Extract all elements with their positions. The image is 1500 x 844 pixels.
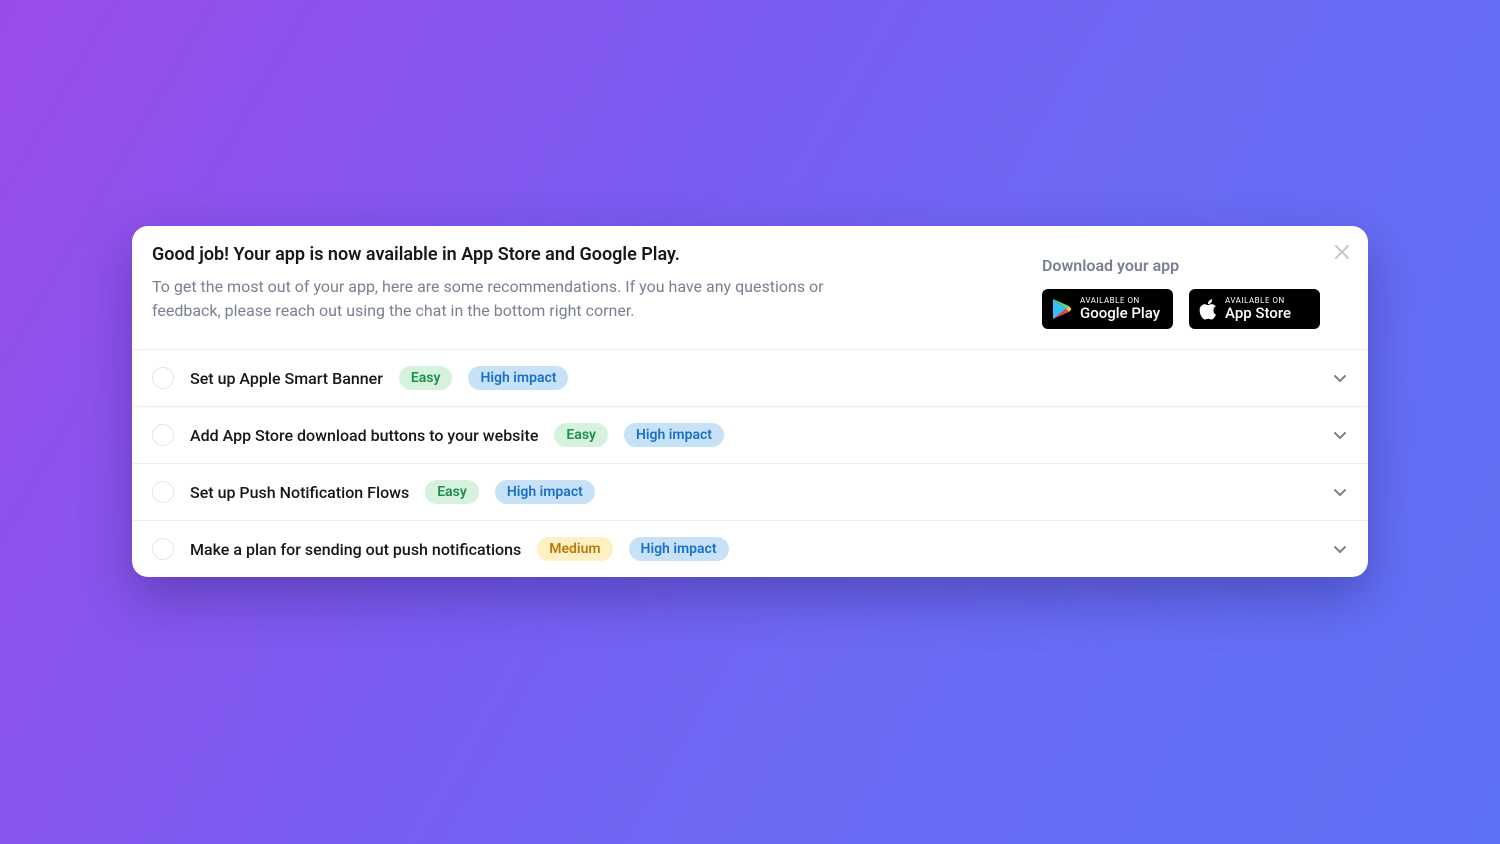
google-play-text: AVAILABLE ON Google Play <box>1080 297 1160 321</box>
recommendation-row[interactable]: Add App Store download buttons to your w… <box>132 407 1368 464</box>
recommendations-card: Good job! Your app is now available in A… <box>132 226 1368 577</box>
recommendation-title: Set up Apple Smart Banner <box>190 369 383 388</box>
difficulty-badge: Easy <box>399 366 453 390</box>
checkbox-circle[interactable] <box>152 424 174 446</box>
recommendation-title: Set up Push Notification Flows <box>190 483 409 502</box>
header-text: Good job! Your app is now available in A… <box>152 244 892 323</box>
google-play-badge[interactable]: AVAILABLE ON Google Play <box>1042 289 1173 329</box>
app-store-badge[interactable]: AVAILABLE ON App Store <box>1189 289 1320 329</box>
download-section: Download your app AVAILABLE ON Google Pl… <box>1042 244 1348 329</box>
difficulty-badge: Easy <box>554 423 608 447</box>
recommendations-list: Set up Apple Smart Banner Easy High impa… <box>132 350 1368 577</box>
app-store-bottom-label: App Store <box>1225 306 1291 321</box>
google-play-bottom-label: Google Play <box>1080 306 1160 321</box>
google-play-icon <box>1052 298 1072 320</box>
checkbox-circle[interactable] <box>152 481 174 503</box>
recommendation-title: Make a plan for sending out push notific… <box>190 540 521 559</box>
card-title: Good job! Your app is now available in A… <box>152 244 892 265</box>
checkbox-circle[interactable] <box>152 367 174 389</box>
recommendation-row[interactable]: Make a plan for sending out push notific… <box>132 521 1368 577</box>
app-store-text: AVAILABLE ON App Store <box>1225 297 1291 321</box>
chevron-down-icon <box>1332 427 1348 443</box>
store-badges: AVAILABLE ON Google Play AVAILABLE ON Ap… <box>1042 289 1320 329</box>
chevron-down-icon <box>1332 370 1348 386</box>
impact-badge: High impact <box>468 366 568 390</box>
card-subtitle: To get the most out of your app, here ar… <box>152 275 892 323</box>
impact-badge: High impact <box>495 480 595 504</box>
apple-icon <box>1199 299 1217 320</box>
impact-badge: High impact <box>629 537 729 561</box>
chevron-down-icon <box>1332 484 1348 500</box>
recommendation-row[interactable]: Set up Push Notification Flows Easy High… <box>132 464 1368 521</box>
card-header: Good job! Your app is now available in A… <box>132 226 1368 350</box>
difficulty-badge: Easy <box>425 480 479 504</box>
recommendation-row[interactable]: Set up Apple Smart Banner Easy High impa… <box>132 350 1368 407</box>
close-icon <box>1334 244 1350 260</box>
chevron-down-icon <box>1332 541 1348 557</box>
close-button[interactable] <box>1330 240 1354 264</box>
download-label: Download your app <box>1042 256 1320 275</box>
checkbox-circle[interactable] <box>152 538 174 560</box>
impact-badge: High impact <box>624 423 724 447</box>
recommendation-title: Add App Store download buttons to your w… <box>190 426 538 445</box>
difficulty-badge: Medium <box>537 537 612 561</box>
